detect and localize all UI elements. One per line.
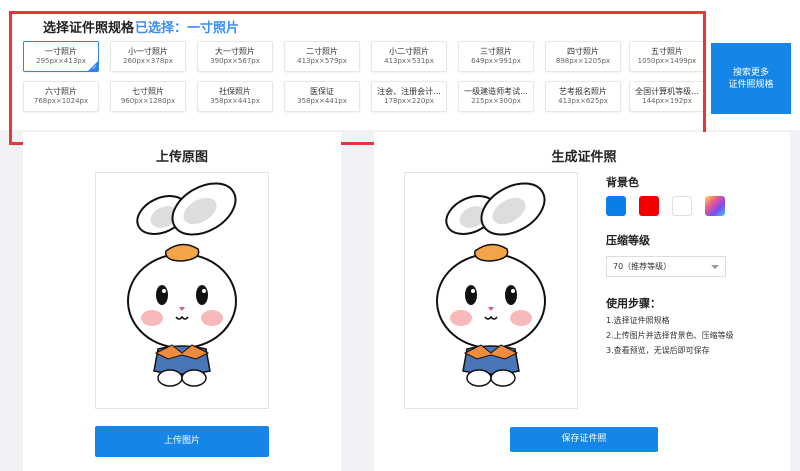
spec-title: 选择证件照规格: [43, 21, 135, 36]
size-pixels: 768px×1024px: [33, 97, 89, 105]
usage-step: 1.选择证件照规格: [606, 316, 670, 325]
size-card-small-one-inch[interactable]: 小一寸照片 260px×378px: [110, 41, 186, 72]
size-pixels: 178px×220px: [384, 97, 434, 105]
size-card-constructor-exam[interactable]: 一级建造师考试... 215px×300px: [458, 81, 534, 112]
compression-level-value: 70（推荐等级）: [613, 262, 672, 271]
size-card-five-inch[interactable]: 五寸照片 1050px×1499px: [629, 41, 705, 72]
size-name: 五寸照片: [651, 47, 683, 56]
original-photo: [95, 172, 269, 409]
generate-panel: 生成证件照 背景色 压缩等级 70（推荐等级） 使用步骤： 1.选择证件照规格 …: [374, 132, 790, 471]
spec-selector-panel: 选择证件照规格 已选择：一寸照片 一寸照片 295px×413px ✓ 小一寸照…: [0, 0, 800, 130]
bg-color-white[interactable]: [672, 196, 692, 216]
size-name: 艺考报名照片: [559, 87, 607, 96]
size-card-small-two-inch[interactable]: 小二寸照片 413px×531px: [371, 41, 447, 72]
generated-photo: [404, 172, 578, 409]
selected-spec-label: 已选择：一寸照片: [135, 21, 240, 36]
compression-level-select[interactable]: 70（推荐等级）: [606, 256, 726, 277]
bunny-mascot-image: [127, 182, 237, 387]
size-card-large-one-inch[interactable]: 大一寸照片 390px×567px: [197, 41, 273, 72]
size-card-six-inch[interactable]: 六寸照片 768px×1024px: [23, 81, 99, 112]
size-pixels: 413px×531px: [384, 57, 434, 65]
size-name: 一级建造师考试...: [464, 87, 528, 96]
upload-panel: 上传原图 上传图片: [23, 132, 341, 471]
bunny-mascot-image: [436, 182, 546, 387]
size-pixels: 649px×991px: [471, 57, 521, 65]
upload-panel-title: 上传原图: [155, 150, 208, 165]
size-name: 三寸照片: [480, 47, 512, 56]
search-more-line1: 搜索更多: [732, 67, 769, 78]
size-pixels: 358px×441px: [210, 97, 260, 105]
usage-step: 3.查看预览，无误后即可保存: [606, 346, 710, 355]
chevron-down-icon: [711, 265, 719, 269]
size-pixels: 215px×300px: [471, 97, 521, 105]
size-card-four-inch[interactable]: 四寸照片 898px×1205px: [545, 41, 621, 72]
search-more-line2: 证件照规格: [728, 79, 774, 90]
size-pixels: 144px×192px: [642, 97, 692, 105]
save-photo-button[interactable]: 保存证件照: [510, 427, 658, 452]
size-name: 小一寸照片: [128, 47, 168, 56]
size-card-social-security[interactable]: 社保照片 358px×441px: [197, 81, 273, 112]
size-name: 社保照片: [219, 87, 251, 96]
size-pixels: 295px×413px: [36, 57, 86, 65]
size-card-one-inch[interactable]: 一寸照片 295px×413px ✓: [23, 41, 99, 72]
size-name: 全国计算机等级...: [635, 87, 699, 96]
generate-panel-title: 生成证件照: [551, 150, 617, 165]
size-card-medical-insurance[interactable]: 医保证 358px×441px: [284, 81, 360, 112]
usage-step: 2.上传图片并选择背景色、压缩等级: [606, 331, 734, 340]
size-name: 六寸照片: [45, 87, 77, 96]
size-pixels: 413px×625px: [558, 97, 608, 105]
size-name: 一寸照片: [45, 47, 77, 56]
size-card-three-inch[interactable]: 三寸照片 649px×991px: [458, 41, 534, 72]
size-card-art-exam[interactable]: 艺考报名照片 413px×625px: [545, 81, 621, 112]
bg-color-custom[interactable]: [705, 196, 725, 216]
check-icon: ✓: [91, 64, 97, 71]
size-pixels: 390px×567px: [210, 57, 260, 65]
size-name: 小二寸照片: [389, 47, 429, 56]
size-name: 四寸照片: [567, 47, 599, 56]
size-pixels: 898px×1205px: [555, 57, 611, 65]
size-pixels: 960px×1280px: [120, 97, 176, 105]
size-pixels: 1050px×1499px: [637, 57, 697, 65]
size-card-seven-inch[interactable]: 七寸照片 960px×1280px: [110, 81, 186, 112]
size-name: 注会、注册会计...: [377, 87, 441, 96]
bg-color-blue[interactable]: [606, 196, 626, 216]
size-card-computer-exam[interactable]: 全国计算机等级... 144px×192px: [629, 81, 705, 112]
size-pixels: 358px×441px: [297, 97, 347, 105]
size-name: 二寸照片: [306, 47, 338, 56]
search-more-specs-button[interactable]: 搜索更多 证件照规格: [711, 43, 791, 114]
bg-color-red[interactable]: [639, 196, 659, 216]
upload-image-button[interactable]: 上传图片: [95, 426, 269, 457]
size-card-two-inch[interactable]: 二寸照片 413px×579px: [284, 41, 360, 72]
size-name: 七寸照片: [132, 87, 164, 96]
usage-steps-label: 使用步骤：: [606, 297, 661, 310]
size-name: 医保证: [310, 87, 334, 96]
compression-level-label: 压缩等级: [606, 234, 650, 247]
background-color-label: 背景色: [606, 176, 639, 189]
size-pixels: 413px×579px: [297, 57, 347, 65]
size-pixels: 260px×378px: [123, 57, 173, 65]
size-card-cpa[interactable]: 注会、注册会计... 178px×220px: [371, 81, 447, 112]
size-name: 大一寸照片: [215, 47, 255, 56]
